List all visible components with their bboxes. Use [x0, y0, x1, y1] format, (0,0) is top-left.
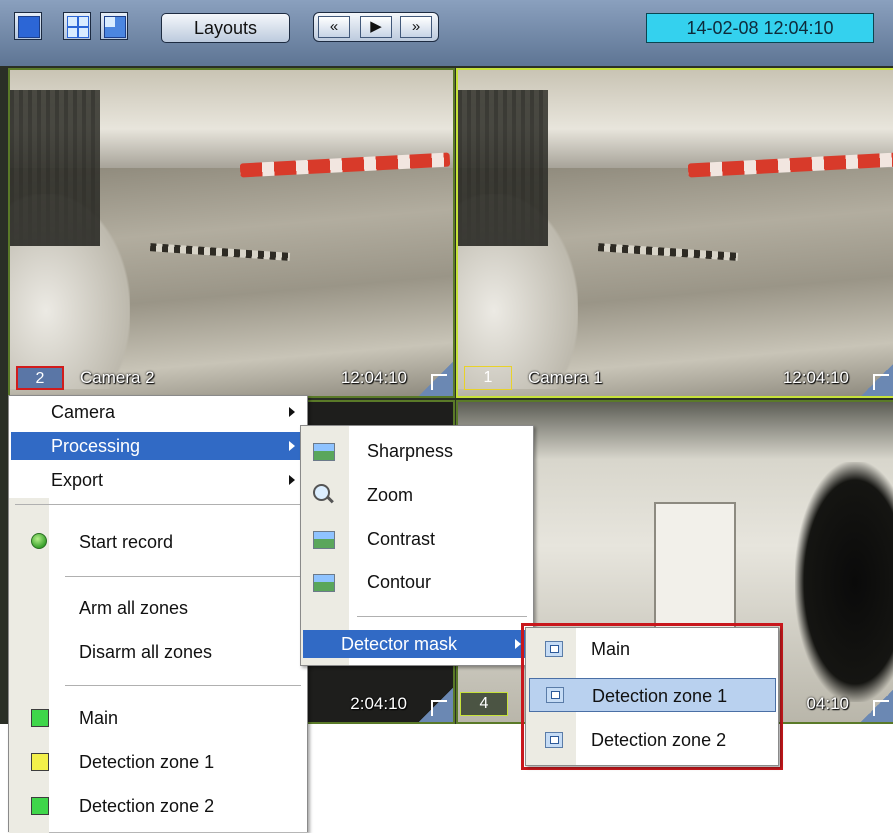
menu-item-mask-zone-2[interactable]: Detection zone 2	[529, 723, 776, 757]
menu-item-export[interactable]: Export	[11, 466, 305, 494]
mask-icon	[546, 687, 564, 703]
datetime-display: 14-02-08 12:04:10	[646, 13, 874, 43]
camera-number[interactable]: 2	[16, 366, 64, 390]
menu-item-start-record[interactable]: Start record	[11, 528, 305, 556]
camera-overlay: 1 Camera 1 12:04:10	[458, 362, 893, 396]
resize-corner-icon[interactable]	[861, 688, 893, 722]
camera-time: 2:04:10	[350, 694, 407, 713]
menu-item-sharpness[interactable]: Sharpness	[303, 437, 531, 465]
detector-mask-submenu: Main Detection zone 1 Detection zone 2	[525, 627, 779, 766]
camera-number[interactable]: 4	[460, 692, 508, 716]
single-view-icon[interactable]	[14, 12, 42, 40]
menu-item-arm-all-zones[interactable]: Arm all zones	[11, 594, 305, 622]
quad-view-icon[interactable]	[63, 12, 91, 40]
scene-gate	[10, 89, 100, 247]
scene-shadow	[795, 462, 893, 702]
menu-separator	[65, 576, 301, 577]
camera-view-1[interactable]: 1 Camera 1 12:04:10	[456, 68, 893, 398]
processing-submenu: Sharpness Zoom Contrast Contour Detector…	[300, 425, 534, 666]
camera-number[interactable]: 1	[464, 366, 512, 390]
layouts-button[interactable]: Layouts	[161, 13, 290, 43]
menu-item-processing[interactable]: Processing	[11, 432, 305, 460]
menu-item-zone-main[interactable]: Main	[11, 704, 305, 732]
menu-item-label: Camera	[51, 402, 116, 422]
camera-time: 12:04:10	[782, 368, 849, 387]
submenu-arrow-icon	[289, 441, 295, 451]
menu-item-mask-zone-1[interactable]: Detection zone 1	[529, 678, 776, 712]
menu-item-label: Start record	[79, 532, 174, 552]
menu-item-label: Arm all zones	[79, 598, 189, 618]
menu-item-contour[interactable]: Contour	[303, 568, 531, 596]
camera-context-menu: Camera Processing Export Start record Ar…	[8, 395, 308, 833]
menu-item-label: Main	[79, 708, 119, 728]
camera-time: 04:10	[806, 694, 849, 713]
menu-item-label: Main	[591, 639, 631, 659]
menu-item-disarm-all-zones[interactable]: Disarm all zones	[11, 638, 305, 666]
menu-item-label: Detector mask	[341, 634, 458, 654]
menu-item-mask-main[interactable]: Main	[529, 632, 776, 666]
camera-overlay: 2 Camera 2 12:04:10	[10, 362, 453, 396]
camera-name: Camera 1	[528, 368, 603, 387]
fast-forward-button[interactable]: »	[400, 16, 432, 38]
menu-item-label: Zoom	[367, 485, 414, 505]
menu-item-label: Export	[51, 470, 104, 490]
resize-corner-icon[interactable]	[861, 362, 893, 396]
menu-separator	[357, 616, 527, 617]
menu-item-label: Contour	[367, 572, 432, 592]
multi-view-icon[interactable]	[100, 12, 128, 40]
menu-item-label: Sharpness	[367, 441, 454, 461]
menu-separator	[65, 685, 301, 686]
menu-item-zone-2[interactable]: Detection zone 2	[11, 792, 305, 820]
menu-item-label: Detection zone 2	[79, 796, 215, 816]
camera-time: 12:04:10	[340, 368, 407, 387]
menu-item-label: Detection zone 2	[591, 730, 727, 750]
menu-item-contrast[interactable]: Contrast	[303, 525, 531, 553]
resize-corner-icon[interactable]	[419, 362, 453, 396]
menu-item-label: Contrast	[367, 529, 436, 549]
menu-separator	[15, 504, 301, 505]
menu-item-zoom[interactable]: Zoom	[303, 481, 531, 509]
mask-icon	[545, 641, 563, 657]
resize-corner-icon[interactable]	[419, 688, 453, 722]
camera-name: Camera 2	[80, 368, 155, 387]
camera-view-2[interactable]: 2 Camera 2 12:04:10	[8, 68, 455, 398]
scene-gate	[458, 89, 548, 247]
play-button[interactable]: ▶	[360, 16, 392, 38]
submenu-arrow-icon	[289, 407, 295, 417]
playback-nav-group: « ▶ »	[313, 12, 439, 42]
menu-item-camera[interactable]: Camera	[11, 398, 305, 426]
menu-item-zone-1[interactable]: Detection zone 1	[11, 748, 305, 776]
menu-item-label: Detection zone 1	[79, 752, 215, 772]
submenu-arrow-icon	[289, 475, 295, 485]
menu-item-label: Disarm all zones	[79, 642, 213, 662]
menu-item-label: Processing	[51, 436, 141, 456]
rewind-button[interactable]: «	[318, 16, 350, 38]
top-toolbar: Layouts « ▶ » 14-02-08 12:04:10	[0, 0, 893, 66]
menu-item-label: Detection zone 1	[592, 686, 728, 706]
mask-icon	[545, 732, 563, 748]
menu-item-detector-mask[interactable]: Detector mask	[303, 630, 531, 658]
